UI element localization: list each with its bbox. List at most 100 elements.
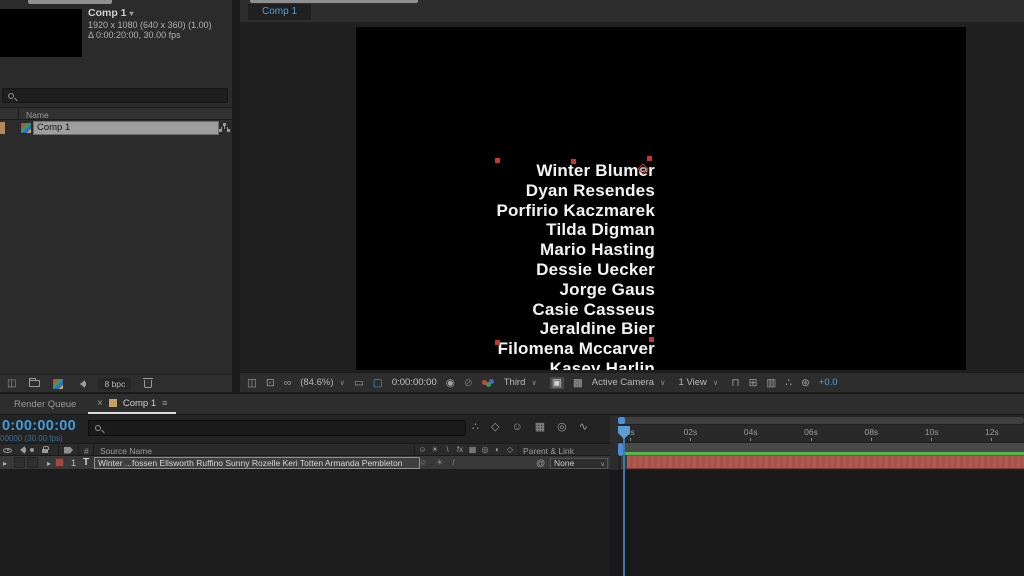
draft-3d-icon[interactable]: ◇: [491, 421, 499, 433]
tab-render-queue[interactable]: Render Queue: [14, 399, 76, 410]
shy-switch-icon[interactable]: ☺: [418, 445, 427, 454]
solo-icon[interactable]: [30, 448, 34, 452]
layer-collapse-toggle[interactable]: ☀: [436, 458, 443, 467]
time-tick-label: 08s: [841, 427, 901, 441]
stereo-glasses-icon[interactable]: ∞: [284, 377, 292, 389]
motion-blur-switch-icon[interactable]: ◎: [481, 445, 490, 454]
composition-frame[interactable]: Winter BlumerDyan ResendesPorfirio Kaczm…: [356, 27, 966, 370]
panel-divider-vertical[interactable]: [232, 0, 240, 394]
time-navigator-bar[interactable]: [618, 417, 1024, 424]
pick-whip-icon[interactable]: @: [536, 458, 545, 468]
parent-link-column-header[interactable]: Parent & Link: [523, 446, 574, 456]
work-area-bar[interactable]: [618, 443, 1024, 452]
bit-depth-badge[interactable]: 8 bpc: [98, 378, 131, 390]
time-navigator-handle[interactable]: [618, 417, 625, 424]
target-region-icon[interactable]: ▣: [550, 377, 564, 389]
twirl-arrow-icon[interactable]: ▸: [3, 459, 7, 468]
selection-handle-bottom-left[interactable]: [495, 340, 500, 345]
lock-icon[interactable]: [42, 449, 48, 453]
magnification-select[interactable]: (84.6%): [300, 377, 345, 389]
timeline-buttons: ∴ ◇ ☺ ▦ ◎ ∿: [472, 421, 588, 433]
mask-visibility-icon[interactable]: ▢: [373, 377, 383, 389]
transparency-grid-icon[interactable]: ▩: [573, 377, 583, 389]
name-column-header[interactable]: Name: [26, 110, 49, 120]
selection-handle-top-center[interactable]: [571, 159, 576, 164]
panel-grip[interactable]: [28, 0, 112, 4]
collapse-switch-icon[interactable]: ☀: [431, 445, 440, 454]
flowchart-icon[interactable]: ∴: [785, 377, 792, 389]
current-time-display[interactable]: 0:00:00:00: [2, 418, 76, 434]
credit-name: Winter Blumer: [356, 161, 655, 181]
layer-label-color[interactable]: [55, 458, 64, 467]
new-folder-icon[interactable]: [29, 380, 40, 387]
project-item-row[interactable]: Comp 1: [0, 121, 232, 135]
channels-icon[interactable]: [482, 378, 495, 388]
monitor-icon[interactable]: ⊡: [266, 377, 275, 389]
layer-quality-toggle[interactable]: /: [452, 458, 454, 467]
layer-list-empty-area[interactable]: [0, 470, 610, 576]
after-effects-window: Comp 1▾ 1920 x 1080 (640 x 360) (1.00) Δ…: [0, 0, 1024, 576]
label-tag-icon[interactable]: [64, 447, 73, 454]
frame-blend-switch-icon[interactable]: ▦: [468, 445, 477, 454]
project-search-input[interactable]: [2, 88, 228, 103]
tab-comp-1[interactable]: × Comp 1 ≡: [88, 394, 176, 414]
snapshot-camera-icon[interactable]: ◉: [446, 377, 455, 389]
panel-menu-icon[interactable]: ≡: [162, 398, 167, 408]
timeline-track-empty-area[interactable]: [610, 470, 1024, 576]
preview-timecode[interactable]: 0:00:00:00: [392, 377, 437, 389]
video-eye-icon[interactable]: [3, 448, 12, 453]
comp-viewer-tab[interactable]: Comp 1: [248, 4, 311, 20]
comp-viewer-area[interactable]: Winter BlumerDyan ResendesPorfirio Kaczm…: [240, 22, 1024, 372]
layer-name-field[interactable]: Winter ...fossen Ellsworth Ruffino Sunny…: [94, 457, 420, 469]
playhead-line[interactable]: [623, 426, 625, 576]
layer-shy-toggle[interactable]: ☺: [419, 458, 427, 467]
layer-row[interactable]: ▸ ▸ 1 T Winter ...fossen Ellsworth Ruffi…: [0, 456, 610, 470]
project-item-title[interactable]: Comp 1▾: [88, 7, 134, 19]
video-toggle-cell[interactable]: [14, 457, 25, 468]
reset-exposure-icon[interactable]: ⊛: [801, 377, 810, 389]
timeline-button-icon[interactable]: ▥: [766, 377, 776, 389]
credit-name: Dyan Resendes: [356, 181, 655, 201]
parent-select[interactable]: None: [550, 458, 608, 469]
resolution-select[interactable]: Third: [504, 377, 537, 389]
source-name-column-header[interactable]: Source Name: [100, 446, 152, 456]
snapshot-icon[interactable]: ◫: [247, 377, 257, 389]
audio-toggle-cell[interactable]: [27, 457, 38, 468]
layer-duration-bar[interactable]: [627, 455, 1024, 469]
timeline-search-input[interactable]: [88, 420, 466, 436]
adjustment-switch-icon[interactable]: ◐: [493, 445, 502, 454]
index-column-header[interactable]: #: [84, 446, 89, 456]
audio-icon[interactable]: [76, 380, 85, 388]
panel-grip[interactable]: [250, 0, 418, 3]
view-layout-select[interactable]: 1 View: [679, 377, 719, 389]
project-item-name[interactable]: Comp 1: [33, 121, 219, 135]
credits-text-layer[interactable]: Winter BlumerDyan ResendesPorfirio Kaczm…: [356, 161, 655, 370]
fast-preview-icon[interactable]: ⊞: [749, 377, 758, 389]
switches-column-header: ☺ ☀\ fx▦ ◎◐ ◇: [418, 445, 515, 454]
pixel-aspect-icon[interactable]: ⊓: [731, 377, 739, 389]
quality-switch-icon[interactable]: \: [443, 445, 452, 454]
exposure-value[interactable]: +0.0: [819, 377, 838, 389]
selection-handle-top-right[interactable]: [647, 156, 652, 161]
label-color-chip[interactable]: [0, 122, 5, 134]
selection-handle-top-left[interactable]: [495, 158, 500, 163]
fx-switch-icon[interactable]: fx: [456, 445, 465, 454]
composition-mini-flowchart-icon[interactable]: ∴: [472, 421, 479, 433]
project-list-header[interactable]: Name: [0, 107, 232, 120]
layer-expand-icon[interactable]: ▸: [47, 459, 51, 468]
trash-icon[interactable]: [144, 380, 152, 388]
selection-handle-bottom-right[interactable]: [649, 337, 654, 342]
3d-switch-icon[interactable]: ◇: [506, 445, 515, 454]
shy-layers-icon[interactable]: ☺: [511, 421, 522, 433]
show-snapshot-icon[interactable]: ⊘: [464, 377, 473, 389]
search-icon: [8, 93, 14, 99]
close-icon[interactable]: ×: [97, 398, 103, 409]
audio-speaker-icon[interactable]: [16, 446, 25, 454]
graph-editor-icon[interactable]: ∿: [579, 421, 588, 433]
region-of-interest-icon[interactable]: ▭: [354, 377, 364, 389]
new-composition-icon[interactable]: [53, 379, 63, 389]
motion-blur-icon[interactable]: ◎: [557, 421, 567, 433]
camera-view-select[interactable]: Active Camera: [592, 377, 666, 389]
interpret-footage-icon[interactable]: ◫: [7, 379, 16, 389]
frame-blending-icon[interactable]: ▦: [535, 421, 545, 433]
